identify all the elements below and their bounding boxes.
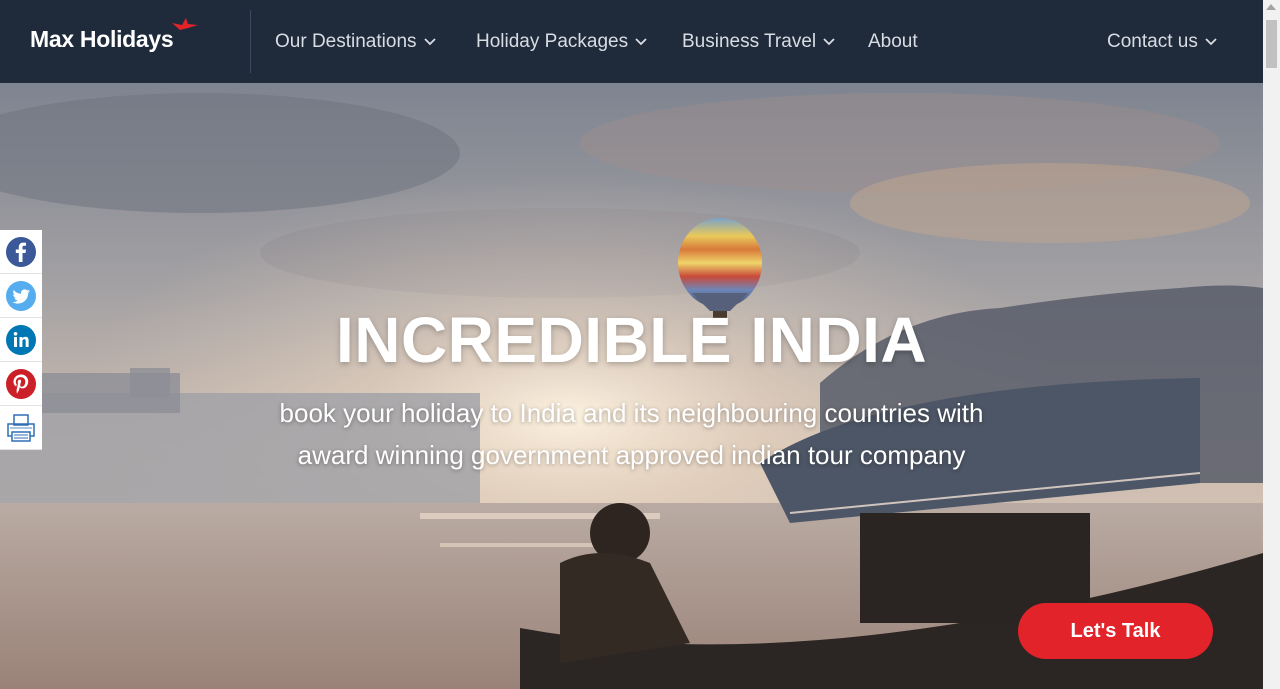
hero-title: INCREDIBLE INDIA: [335, 304, 928, 376]
nav-label: Holiday Packages: [476, 30, 629, 52]
logo-bird-icon: [172, 18, 198, 30]
chevron-down-icon: [423, 37, 436, 45]
scrollbar-thumb[interactable]: [1266, 20, 1277, 68]
logo[interactable]: Max Holidays: [30, 26, 174, 53]
linkedin-icon: [6, 324, 36, 355]
share-twitter-button[interactable]: [0, 274, 42, 318]
facebook-icon: [6, 236, 36, 267]
nav-label: Business Travel: [682, 30, 817, 52]
chevron-down-icon: [823, 37, 835, 45]
nav-about[interactable]: About: [868, 0, 918, 83]
nav-label: About: [868, 30, 918, 52]
hero-banner: INCREDIBLE INDIA book your holiday to In…: [0, 83, 1263, 689]
nav-label: Our Destinations: [275, 30, 417, 52]
lets-talk-button[interactable]: Let's Talk: [1018, 603, 1213, 659]
share-linkedin-button[interactable]: [0, 318, 42, 362]
page-scrollbar[interactable]: [1263, 0, 1280, 689]
share-facebook-button[interactable]: [0, 230, 42, 274]
share-pinterest-button[interactable]: [0, 362, 42, 406]
nav-holiday-packages[interactable]: Holiday Packages: [476, 0, 647, 83]
chevron-down-icon: [635, 37, 647, 45]
nav-contact-us[interactable]: Contact us: [1107, 0, 1217, 83]
chevron-down-icon: [1205, 37, 1217, 45]
hero-subtitle: book your holiday to India and its neigh…: [279, 398, 984, 470]
pinterest-icon: [6, 368, 36, 399]
social-share-bar: [0, 230, 42, 450]
nav-our-destinations[interactable]: Our Destinations: [275, 0, 436, 83]
print-icon: [7, 413, 35, 442]
nav-label: Contact us: [1107, 30, 1198, 52]
scroll-up-arrow-icon[interactable]: [1266, 4, 1276, 10]
site-header: Max Holidays Our Destinations Holiday Pa…: [0, 0, 1263, 83]
nav-business-travel[interactable]: Business Travel: [682, 0, 835, 83]
hero-background-image: [0, 83, 1263, 689]
header-divider: [250, 10, 251, 73]
twitter-icon: [6, 280, 36, 311]
print-button[interactable]: [0, 406, 42, 450]
